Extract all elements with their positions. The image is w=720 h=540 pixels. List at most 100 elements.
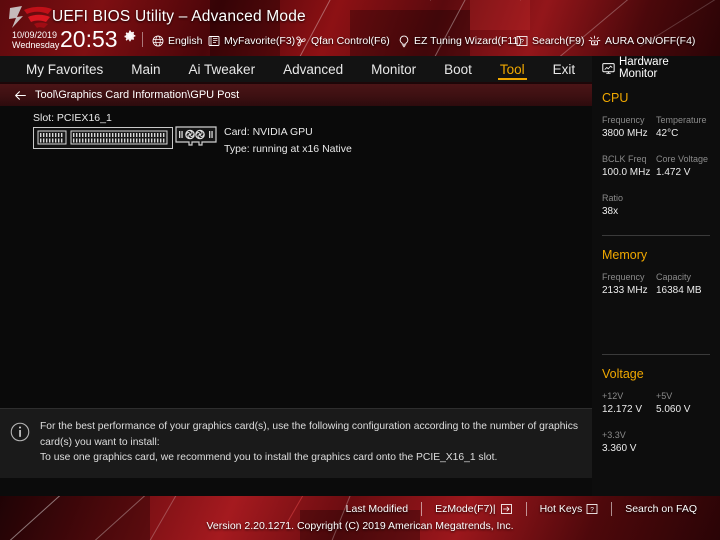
tab-tool[interactable]: Tool xyxy=(497,62,527,80)
hw-item-key: Ratio xyxy=(602,193,624,203)
hw-item-key: BCLK Freq xyxy=(602,154,647,164)
hw-item-12v: +12V 12.172 V xyxy=(602,390,656,417)
date-display: 10/09/2019 Wednesday xyxy=(12,30,60,50)
slot-label: Slot: PCIEX16_1 xyxy=(33,112,112,124)
hw-item-value: 38x xyxy=(602,206,619,217)
footer-item-label: EzMode(F7)| xyxy=(435,503,496,515)
info-text-block: For the best performance of your graphic… xyxy=(40,419,580,478)
copyright-text: Version 2.20.1271. Copyright (C) 2019 Am… xyxy=(206,520,514,532)
hw-item-key: Core Voltage xyxy=(656,154,709,164)
header-item-qfan-control[interactable]: Qfan Control(F6) xyxy=(294,33,390,49)
hw-section-memory-items: Frequency 2133 MHz Capacity 16384 MB xyxy=(602,271,710,310)
back-arrow-icon[interactable] xyxy=(14,89,27,102)
main-tab-bar: My Favorites Main Ai Tweaker Advanced Mo… xyxy=(0,56,592,82)
hw-item-memory-frequency: Frequency 2133 MHz xyxy=(602,271,656,298)
hw-item-memory-capacity: Capacity 16384 MB xyxy=(656,271,710,298)
hw-item-ratio: Ratio 38x xyxy=(602,192,710,219)
header-item-english[interactable]: English xyxy=(152,33,202,49)
monitor-icon xyxy=(602,62,615,74)
tab-advanced[interactable]: Advanced xyxy=(282,62,344,77)
hw-item-key: +12V xyxy=(602,391,624,401)
card-info-block: Card: NVIDIA GPU Type: running at x16 Na… xyxy=(224,124,352,158)
footer-ez-mode[interactable]: EzMode(F7)| xyxy=(422,503,526,515)
header-item-myfavorite[interactable]: MyFavorite(F3) xyxy=(208,33,295,49)
hw-section-memory: Memory xyxy=(602,248,648,262)
info-line-1: For the best performance of your graphic… xyxy=(40,421,579,448)
header-divider xyxy=(142,32,143,47)
hw-item-value: 100.0 MHz xyxy=(602,167,651,178)
tab-ai-tweaker[interactable]: Ai Tweaker xyxy=(188,62,257,77)
hw-item-key: Capacity xyxy=(656,272,692,282)
bios-screen: UEFI BIOS Utility – Advanced Mode 10/09/… xyxy=(0,0,720,540)
info-help-box: For the best performance of your graphic… xyxy=(0,408,592,478)
header-item-label: Qfan Control(F6) xyxy=(311,35,390,47)
header-item-label: English xyxy=(168,35,203,47)
info-line-2: To use one graphics card, we recommend y… xyxy=(40,452,498,463)
footer-search-on-faq[interactable]: Search on FAQ xyxy=(612,503,710,515)
hw-divider xyxy=(602,235,710,236)
graphics-card-icon xyxy=(175,126,217,146)
svg-text:?: ? xyxy=(520,39,524,46)
header-bar: UEFI BIOS Utility – Advanced Mode 10/09/… xyxy=(0,0,720,56)
hw-item-key: +3.3V xyxy=(602,430,626,440)
header-item-label: AURA ON/OFF(F4) xyxy=(605,35,696,47)
hw-item-value: 42°C xyxy=(656,128,679,139)
hw-item-value: 3800 MHz xyxy=(602,128,648,139)
hw-item-key: +5V xyxy=(656,391,673,401)
footer-item-label: Hot Keys xyxy=(539,503,583,515)
header-item-label: EZ Tuning Wizard(F11) xyxy=(414,35,522,47)
hardware-monitor-panel: Hardware Monitor CPU Frequency 3800 MHz … xyxy=(592,56,720,496)
hw-item-5v: +5V 5.060 V xyxy=(656,390,710,417)
hw-section-cpu-items: Frequency 3800 MHz Temperature 42°C BCLK… xyxy=(602,114,710,231)
card-name: Card: NVIDIA GPU xyxy=(224,126,313,138)
hw-section-voltage-items: +12V 12.172 V +5V 5.060 V +3.3V 3.360 V xyxy=(602,390,710,468)
footer-actions: Last Modified EzMode(F7)| Hot Keys ? Sea… xyxy=(0,496,720,522)
hw-item-cpu-frequency: Frequency 3800 MHz xyxy=(602,114,656,141)
gear-icon[interactable] xyxy=(124,30,136,42)
tab-monitor[interactable]: Monitor xyxy=(370,62,417,77)
main-content-panel: Slot: PCIEX16_1 Card: NVIDIA GPU Type: r… xyxy=(0,106,592,408)
hw-item-value: 3.360 V xyxy=(602,443,637,454)
clock-display: 20:53 xyxy=(60,26,118,52)
hw-item-value: 5.060 V xyxy=(656,404,691,415)
tab-main[interactable]: Main xyxy=(130,62,161,77)
question-box-icon: ? xyxy=(516,36,528,46)
breadcrumb-path: Tool\Graphics Card Information\GPU Post xyxy=(35,89,240,101)
hw-item-cpu-temperature: Temperature 42°C xyxy=(656,114,710,141)
favorites-icon xyxy=(208,36,220,46)
header-item-label: MyFavorite(F3) xyxy=(224,35,296,47)
hw-item-3-3v: +3.3V 3.360 V xyxy=(602,429,710,456)
exit-arrow-icon xyxy=(500,504,512,514)
hw-item-key: Temperature xyxy=(656,115,707,125)
hw-section-cpu: CPU xyxy=(602,91,629,105)
card-type: Type: running at x16 Native xyxy=(224,143,352,155)
svg-text:?: ? xyxy=(590,507,594,514)
pcie-slot-icon xyxy=(33,127,173,149)
breadcrumb-bar: Tool\Graphics Card Information\GPU Post xyxy=(0,84,592,106)
hw-item-core-voltage: Core Voltage 1.472 V xyxy=(656,153,710,180)
page-title: UEFI BIOS Utility – Advanced Mode xyxy=(52,8,306,25)
header-item-ez-tuning-wizard[interactable]: EZ Tuning Wizard(F11) xyxy=(398,33,522,49)
weekday-value: Wednesday xyxy=(12,39,60,50)
hw-section-voltage: Voltage xyxy=(602,367,644,381)
tab-boot[interactable]: Boot xyxy=(443,62,473,77)
hw-item-key: Frequency xyxy=(602,115,645,125)
globe-icon xyxy=(152,35,164,47)
header-item-label: Search(F9) xyxy=(532,35,585,47)
footer-item-label: Last Modified xyxy=(345,503,409,515)
aura-light-icon xyxy=(588,35,601,45)
question-key-icon: ? xyxy=(586,504,598,514)
hw-divider xyxy=(602,354,710,355)
header-decor-shape xyxy=(470,0,530,30)
tab-my-favorites[interactable]: My Favorites xyxy=(25,62,104,77)
header-item-aura[interactable]: AURA ON/OFF(F4) xyxy=(588,33,695,49)
hw-item-bclk-freq: BCLK Freq 100.0 MHz xyxy=(602,153,656,180)
header-item-search[interactable]: ? Search(F9) xyxy=(516,33,585,49)
tab-exit[interactable]: Exit xyxy=(552,62,577,77)
hardware-monitor-title-label: Hardware Monitor xyxy=(618,56,669,80)
footer-hot-keys[interactable]: Hot Keys ? xyxy=(527,503,612,515)
info-icon xyxy=(10,422,30,442)
footer-item-label: Search on FAQ xyxy=(625,503,697,515)
hw-item-value: 1.472 V xyxy=(656,167,691,178)
footer-last-modified[interactable]: Last Modified xyxy=(333,503,421,515)
